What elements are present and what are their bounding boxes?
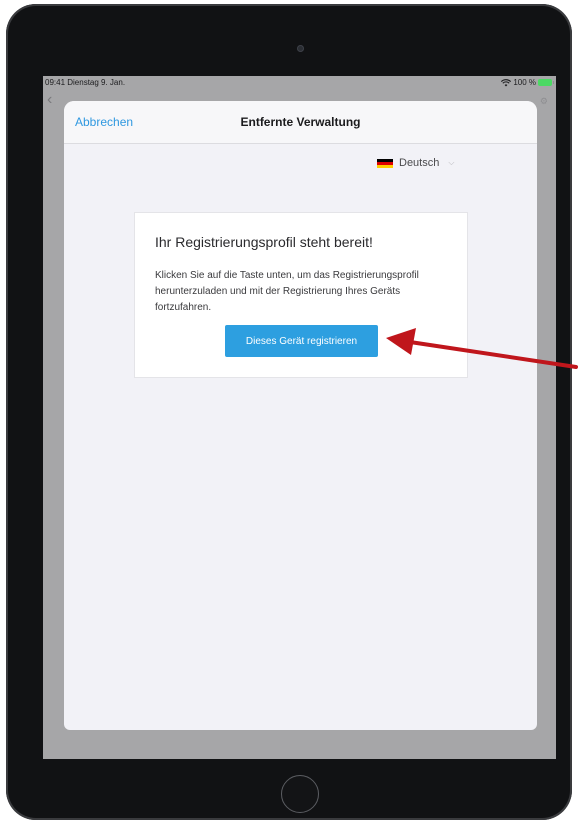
home-button[interactable]: [281, 775, 319, 813]
status-time-date: 09:41 Dienstag 9. Jan.: [45, 78, 126, 87]
navigation-bar: Abbrechen Entfernte Verwaltung: [64, 101, 537, 144]
battery-icon: [538, 79, 554, 86]
card-title: Ihr Registrierungsprofil steht bereit!: [155, 234, 373, 250]
back-chevron-icon: ‹: [47, 91, 53, 108]
status-bar: 09:41 Dienstag 9. Jan. 100 %: [43, 76, 556, 89]
card-description: Klicken Sie auf die Taste unten, um das …: [155, 270, 419, 313]
language-selector[interactable]: Deutsch ⌵: [377, 157, 454, 169]
background-icon: ⚙: [539, 96, 548, 106]
device-screen: 09:41 Dienstag 9. Jan. 100 % ‹ ⚙ Abbrech…: [43, 76, 556, 759]
page-title: Entfernte Verwaltung: [240, 115, 361, 129]
modal-sheet: Abbrechen Entfernte Verwaltung Deutsch ⌵…: [64, 101, 537, 730]
germany-flag-icon: [377, 158, 393, 168]
wifi-icon: [501, 78, 512, 86]
ipad-frame: 09:41 Dienstag 9. Jan. 100 % ‹ ⚙ Abbrech…: [6, 4, 572, 820]
status-right: 100 %: [501, 76, 554, 89]
annotation-arrow-icon: [386, 328, 578, 369]
battery-percent: 100 %: [513, 78, 536, 87]
language-label: Deutsch: [399, 157, 440, 169]
register-device-button[interactable]: Dieses Gerät registrieren: [225, 325, 378, 357]
camera-icon: [297, 45, 304, 52]
chevron-down-icon: ⌵: [448, 158, 455, 167]
